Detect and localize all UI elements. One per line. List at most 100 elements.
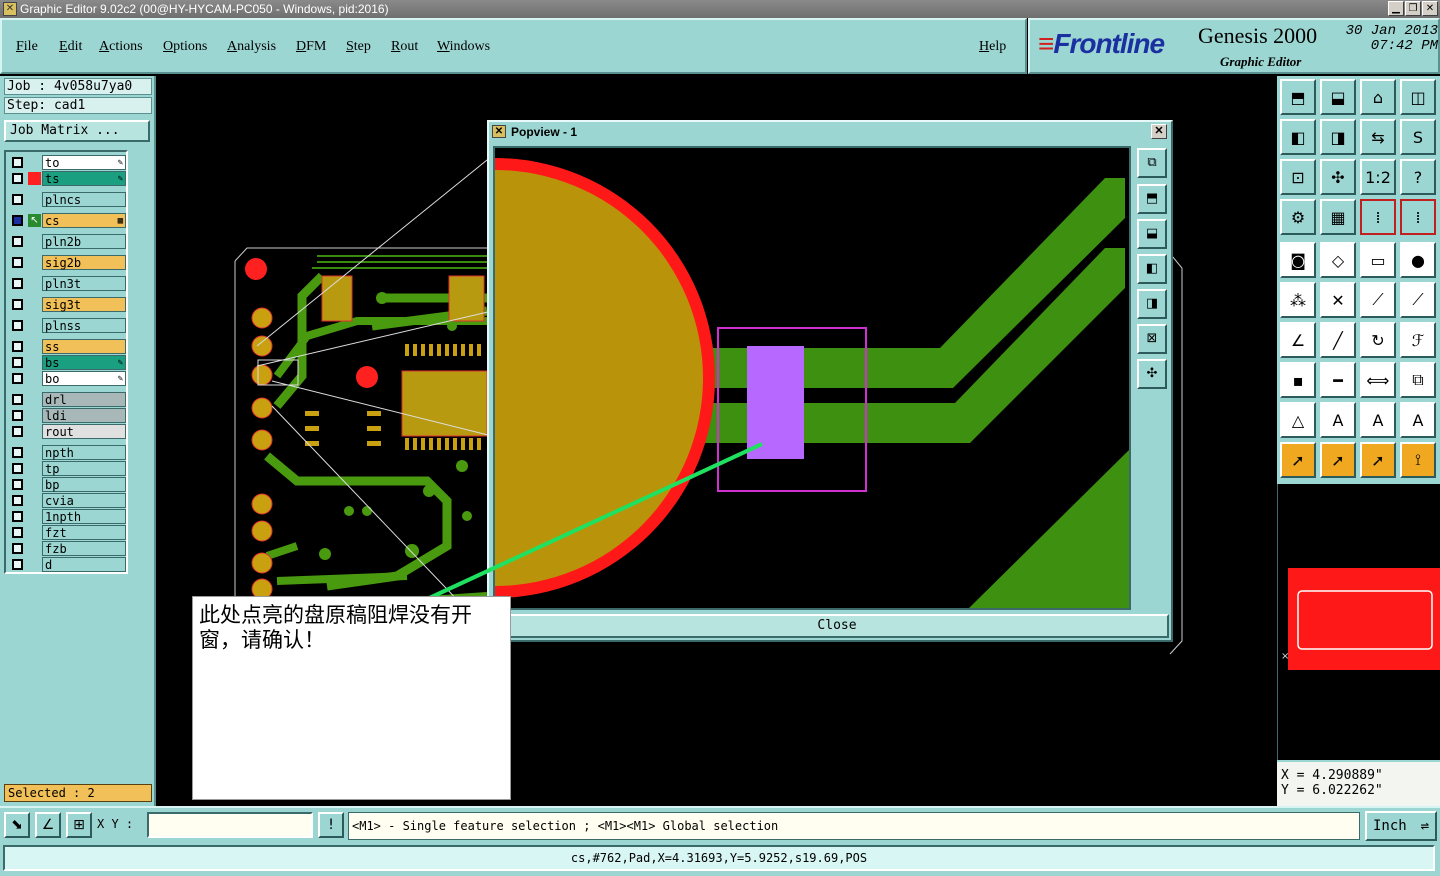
job-matrix-button[interactable]: Job Matrix ... — [4, 120, 150, 142]
dot-icon[interactable]: ● — [1400, 242, 1436, 278]
grid-icon[interactable]: ▦ — [1320, 199, 1356, 235]
layer-name[interactable]: rout — [42, 424, 126, 439]
layer-row-plnss[interactable]: plnss — [8, 318, 126, 333]
layer-checkbox[interactable] — [12, 543, 23, 554]
layer-checkbox[interactable] — [12, 257, 23, 268]
mini-map-graphic[interactable]: × — [1278, 484, 1440, 760]
layer-checkbox[interactable] — [12, 410, 23, 421]
layer-row-plncs[interactable]: plncs — [8, 192, 126, 207]
menu-options[interactable]: Options — [163, 39, 207, 55]
layer-row-pln2b[interactable]: pln2b — [8, 234, 126, 249]
connect-nodes-icon[interactable]: ⁂ — [1280, 282, 1316, 318]
popview-close-icon[interactable]: ✕ — [1151, 124, 1167, 139]
layer-name[interactable]: plnss — [42, 318, 126, 333]
blocks-icon[interactable]: ⧉ — [1400, 362, 1436, 398]
layer-checkbox[interactable] — [12, 320, 23, 331]
layer-row-cs[interactable]: ↖ cs ▦ — [8, 213, 126, 228]
layer-row-sig2b[interactable]: sig2b — [8, 255, 126, 270]
line-node-2-icon[interactable]: ⟋ — [1400, 282, 1436, 318]
popview-canvas[interactable] — [493, 146, 1131, 610]
menu-edit[interactable]: Edit — [59, 39, 82, 55]
layer-row-fzt[interactable]: fzt — [8, 525, 126, 540]
home-down-icon[interactable]: ⬓ — [1320, 79, 1356, 115]
close-window-button[interactable]: ✕ — [1422, 1, 1438, 16]
menu-windows[interactable]: Windows — [437, 39, 490, 55]
layer-checkbox[interactable] — [12, 236, 23, 247]
info-icon[interactable]: ! — [318, 812, 344, 838]
mini-map[interactable]: × — [1277, 484, 1440, 760]
popview-pan-left-icon[interactable]: ◧ — [1137, 254, 1167, 284]
layer-checkbox[interactable] — [12, 394, 23, 405]
popview-zoom-center-icon[interactable]: ✣ — [1137, 359, 1167, 389]
layer-checkbox[interactable] — [12, 426, 23, 437]
layer-row-ss[interactable]: ss — [8, 339, 126, 354]
menu-rout[interactable]: Rout — [391, 39, 418, 55]
layer-row-bs[interactable]: bs ✎ — [8, 355, 126, 370]
flip-icon[interactable]: ⇆ — [1360, 119, 1396, 155]
layer-checkbox[interactable] — [12, 559, 23, 570]
zoom-center-icon[interactable]: ✣ — [1320, 159, 1356, 195]
home-icon[interactable]: ⌂ — [1360, 79, 1396, 115]
layer-name[interactable]: pln2b — [42, 234, 126, 249]
layer-name[interactable]: fzb — [42, 541, 126, 556]
layer-row-ts[interactable]: ts ✎ — [8, 171, 126, 186]
popview-close-button[interactable]: Close — [505, 614, 1169, 638]
snap-toggle-icon[interactable]: ⬊ — [4, 812, 30, 838]
layer-checkbox[interactable] — [12, 194, 23, 205]
popview-pan-down-icon[interactable]: ⬓ — [1137, 219, 1167, 249]
layer-row-ldi[interactable]: ldi — [8, 408, 126, 423]
layer-checkbox[interactable] — [12, 341, 23, 352]
snap-red-icon[interactable]: ⁞ — [1360, 199, 1396, 235]
layer-row-npth[interactable]: npth — [8, 445, 126, 460]
ruler-icon[interactable]: ▭ — [1360, 242, 1396, 278]
select-arrow-3-icon[interactable]: ➚ — [1360, 442, 1396, 478]
layer-checkbox[interactable] — [12, 215, 23, 226]
popview-zoom-fit-icon[interactable]: ⊠ — [1137, 324, 1167, 354]
layer-row-d[interactable]: d — [8, 557, 126, 572]
settings-tool-icon[interactable]: ⚙ — [1280, 199, 1316, 235]
layer-row-bo[interactable]: bo ✎ — [8, 371, 126, 386]
layer-checkbox[interactable] — [12, 447, 23, 458]
triangle-a-icon[interactable]: △ — [1280, 402, 1316, 438]
split-window-icon[interactable]: ◫ — [1400, 79, 1436, 115]
angle-snap-icon[interactable]: ∠ — [35, 812, 61, 838]
triangle-a-3-icon[interactable]: A — [1360, 402, 1396, 438]
slash-line-icon[interactable]: ╱ — [1320, 322, 1356, 358]
scale-1-2-icon[interactable]: 1:2 — [1360, 159, 1396, 195]
minimize-button[interactable]: ▁ — [1388, 1, 1404, 16]
grid-snap-icon[interactable]: ⊞ — [66, 812, 92, 838]
layer-name[interactable]: ts ✎ — [42, 171, 126, 186]
layer-checkbox[interactable] — [12, 299, 23, 310]
layer-row-pln3t[interactable]: pln3t — [8, 276, 126, 291]
layer-name[interactable]: npth — [42, 445, 126, 460]
popview-pan-up-icon[interactable]: ⬒ — [1137, 184, 1167, 214]
layer-row-bp[interactable]: bp — [8, 477, 126, 492]
select-arrow-icon[interactable]: ➚ — [1280, 442, 1316, 478]
pan-right-icon[interactable]: ◨ — [1320, 119, 1356, 155]
home-up-icon[interactable]: ⬒ — [1280, 79, 1316, 115]
layer-name[interactable]: d — [42, 557, 126, 572]
layer-name[interactable]: bp — [42, 477, 126, 492]
layer-name[interactable]: sig3t — [42, 297, 126, 312]
layer-checkbox[interactable] — [12, 479, 23, 490]
snap-red-2-icon[interactable]: ⁞ — [1400, 199, 1436, 235]
layer-checkbox[interactable] — [12, 357, 23, 368]
cross-node-icon[interactable]: ✕ — [1320, 282, 1356, 318]
pan-left-icon[interactable]: ◧ — [1280, 119, 1316, 155]
angle-line-icon[interactable]: ∠ — [1280, 322, 1316, 358]
pad-select-icon[interactable]: ◙ — [1280, 242, 1316, 278]
s-route-icon[interactable]: S — [1400, 119, 1436, 155]
layer-name[interactable]: cvia — [42, 493, 126, 508]
layer-row-fzb[interactable]: fzb — [8, 541, 126, 556]
layer-row-1npth[interactable]: 1npth — [8, 509, 126, 524]
layer-name[interactable]: fzt — [42, 525, 126, 540]
layer-name[interactable]: drl — [42, 392, 126, 407]
layer-name[interactable]: ldi — [42, 408, 126, 423]
layer-checkbox[interactable] — [12, 527, 23, 538]
line-node-icon[interactable]: ⟋ — [1360, 282, 1396, 318]
layer-name[interactable]: bs ✎ — [42, 355, 126, 370]
layer-name[interactable]: tp — [42, 461, 126, 476]
layer-name[interactable]: bo ✎ — [42, 371, 126, 386]
layer-checkbox[interactable] — [12, 373, 23, 384]
layer-row-drl[interactable]: drl — [8, 392, 126, 407]
